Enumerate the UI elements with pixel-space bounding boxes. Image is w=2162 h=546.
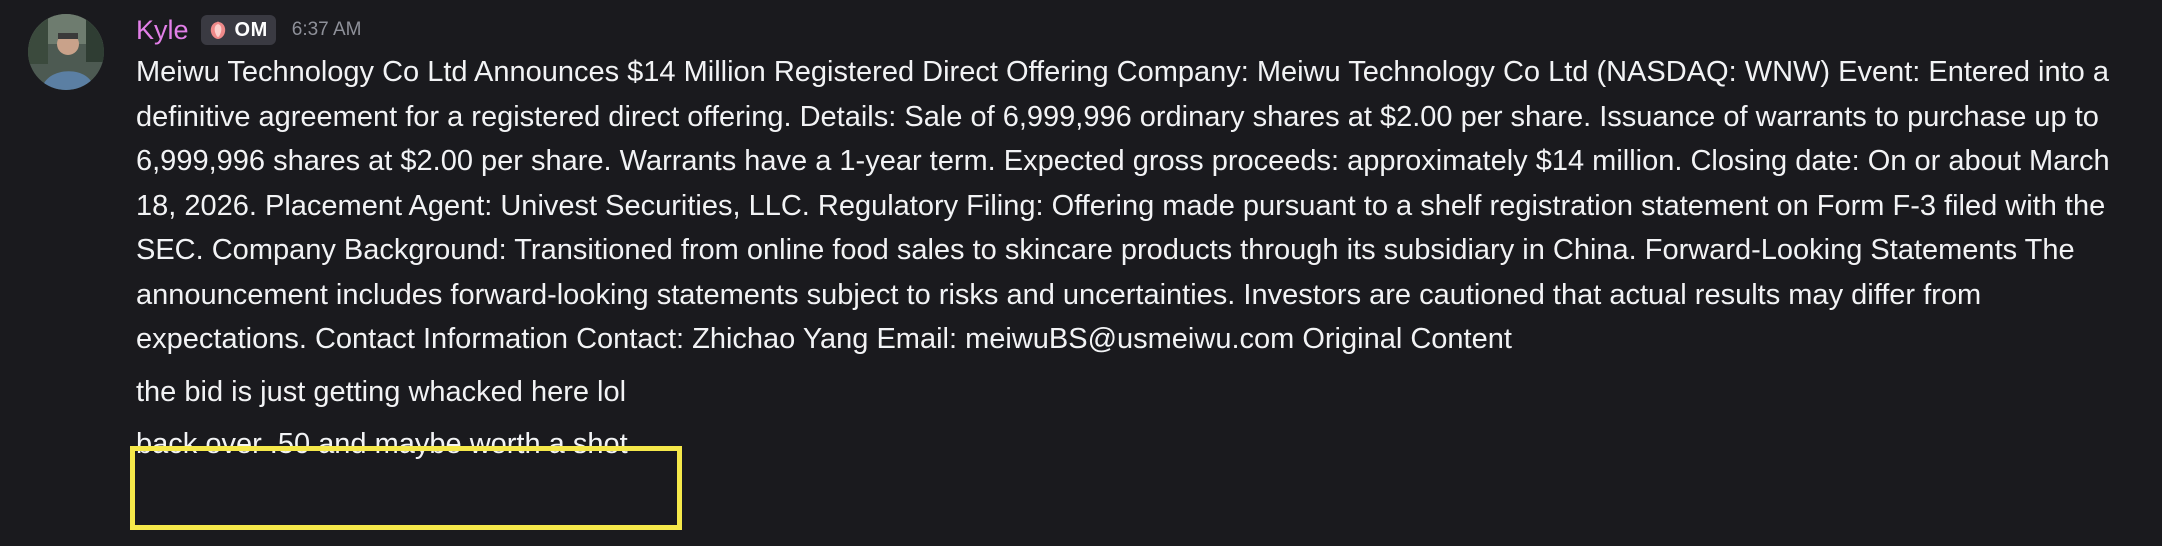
message-text[interactable]: Meiwu Technology Co Ltd Announces $14 Mi… — [136, 50, 2116, 362]
server-tag[interactable]: OM — [200, 15, 276, 45]
highlight-box — [130, 446, 682, 530]
peach-badge-icon — [210, 21, 225, 39]
server-tag-label: OM — [234, 18, 268, 41]
timestamp[interactable]: 6:37 AM — [292, 19, 362, 41]
chat-message-group: Kyle OM 6:37 AM Meiwu Technology Co Ltd … — [0, 0, 2162, 546]
avatar[interactable] — [28, 14, 104, 90]
message-text[interactable]: the bid is just getting whacked here lol — [136, 370, 2116, 415]
message-list: Meiwu Technology Co Ltd Announces $14 Mi… — [136, 50, 2116, 467]
message-header: Kyle OM 6:37 AM — [136, 10, 361, 50]
username[interactable]: Kyle — [136, 15, 189, 46]
